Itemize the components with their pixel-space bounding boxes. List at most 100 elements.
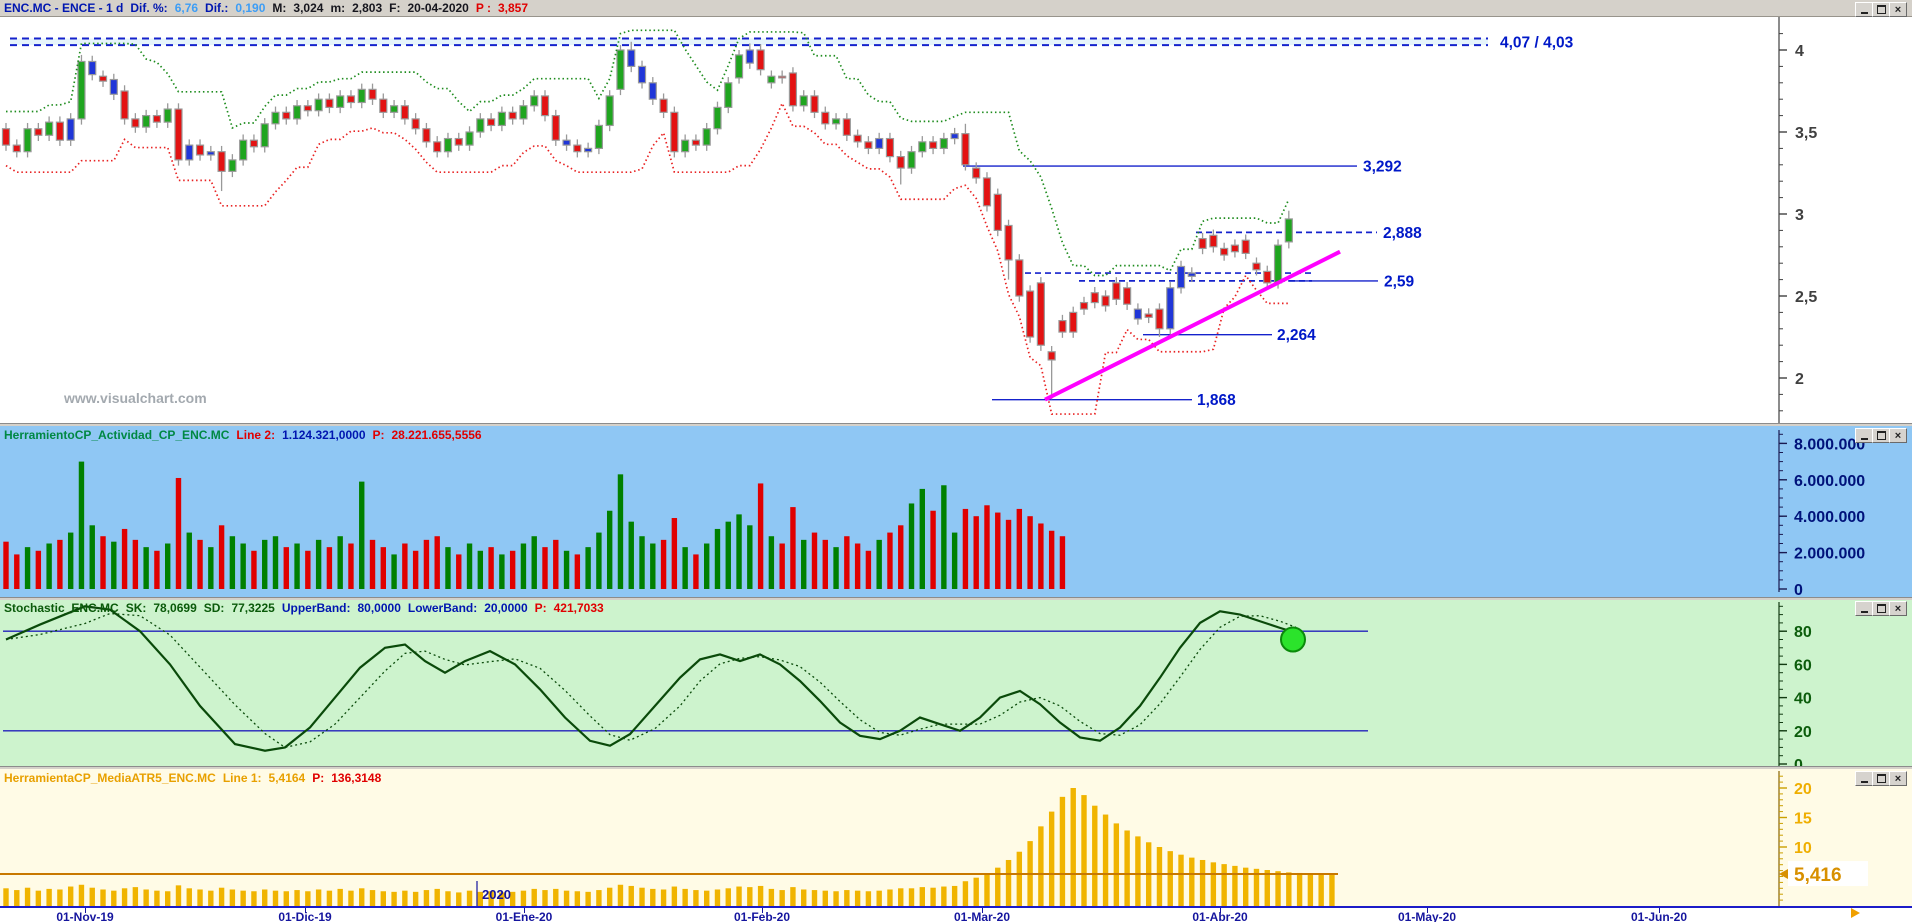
atr-bar	[111, 890, 117, 906]
volume-bar	[844, 536, 850, 589]
maximize-button[interactable]	[1872, 428, 1890, 443]
candle	[982, 177, 992, 207]
stoch-sd-value: 77,3225	[231, 601, 275, 615]
volume-bar	[919, 488, 925, 589]
volume-bar	[747, 525, 753, 589]
dif-pct-label: Dif. %:	[130, 1, 168, 15]
atr-bar	[251, 891, 257, 906]
atr-title: HerramientaCP_MediaATR5_ENC.MC	[4, 771, 216, 785]
candle	[260, 123, 269, 148]
candle	[1209, 234, 1218, 248]
atr-bar	[854, 890, 861, 906]
candle	[540, 95, 550, 117]
volume-bar	[143, 547, 149, 589]
candle	[142, 114, 151, 128]
atr-bar	[24, 887, 31, 906]
volume-bar	[466, 543, 473, 589]
candle	[476, 118, 485, 133]
atr-bar	[1210, 862, 1217, 906]
stoch-axis-label: 60	[1794, 657, 1812, 674]
volume-bar	[348, 543, 354, 589]
level-label: 3,292	[1363, 159, 1402, 176]
candle	[379, 98, 388, 113]
candle	[670, 111, 679, 153]
candle	[1004, 224, 1013, 261]
minimize-button[interactable]	[1855, 601, 1873, 616]
close-button[interactable]: ×	[1889, 2, 1907, 17]
candle	[163, 108, 172, 123]
stoch-axis-label: 80	[1794, 624, 1812, 641]
volume-bar	[46, 543, 52, 589]
minimize-button[interactable]	[1855, 2, 1873, 17]
volume-bar	[628, 521, 634, 589]
atr-bar	[326, 890, 333, 906]
atr-bar	[165, 891, 171, 906]
price-axis-label: 3,5	[1795, 125, 1817, 142]
maximize-button[interactable]	[1872, 601, 1890, 616]
volume-bar	[682, 547, 688, 589]
atr-bar	[757, 885, 764, 906]
candle	[185, 144, 194, 161]
atr-bar	[78, 884, 85, 906]
candle	[77, 60, 86, 120]
candle	[1047, 351, 1056, 361]
atr-bar	[1059, 796, 1066, 906]
candle	[605, 95, 614, 127]
last-label: P :	[475, 1, 491, 15]
price-axis-label: 4	[1795, 43, 1804, 60]
candle	[411, 118, 420, 130]
candle	[1230, 244, 1240, 253]
maximize-button[interactable]	[1872, 2, 1890, 17]
volume-bar	[24, 547, 31, 589]
signal-marker[interactable]	[1280, 626, 1306, 653]
volume-bar	[35, 550, 42, 589]
high-label: M:	[272, 1, 287, 15]
atr-bar	[930, 887, 936, 906]
stoch-axis-label: 40	[1794, 691, 1812, 708]
volume-bar	[14, 554, 20, 589]
atr-bar	[704, 890, 710, 906]
atr-bar	[402, 890, 408, 906]
close-button[interactable]: ×	[1889, 771, 1907, 786]
atr-bar	[294, 890, 300, 906]
volume-bar	[132, 539, 139, 589]
atr-bar	[1264, 870, 1270, 906]
volume-bar	[100, 536, 106, 589]
atr-bar	[962, 881, 969, 906]
maximize-button[interactable]	[1872, 771, 1890, 786]
watermark: www.visualchart.com	[64, 390, 207, 406]
close-button[interactable]: ×	[1889, 428, 1907, 443]
volume-bar	[78, 461, 85, 589]
atr-bar	[67, 886, 74, 906]
time-axis[interactable]: 01-Nov-19 01-Dic-19 01-Ene-20 01-Feb-20 01-M…	[0, 906, 1912, 922]
volume-bar	[596, 532, 602, 589]
atr-bar	[391, 891, 397, 906]
minimize-button[interactable]	[1855, 428, 1873, 443]
atr-bar	[208, 890, 214, 906]
candle	[271, 111, 280, 125]
minimize-icon	[1860, 437, 1868, 440]
axis-end-arrow-icon[interactable]	[1851, 908, 1860, 918]
candle	[573, 144, 582, 153]
volume-bar	[499, 554, 505, 589]
volume-bar	[315, 539, 322, 589]
atr-bar	[1016, 851, 1023, 906]
atr-bar	[725, 888, 731, 906]
close-button[interactable]: ×	[1889, 601, 1907, 616]
volume-bar	[477, 550, 484, 589]
candle	[713, 106, 722, 130]
atr-bar	[1199, 859, 1206, 906]
atr-bar	[1092, 805, 1098, 906]
close-icon: ×	[1894, 3, 1902, 16]
volume-axis-label: 4.000.000	[1794, 509, 1865, 526]
atr-bar	[563, 890, 570, 906]
minimize-button[interactable]	[1855, 771, 1873, 786]
candle	[551, 114, 560, 141]
candle	[788, 72, 798, 107]
volume-bar	[887, 532, 893, 589]
atr-bar	[1318, 873, 1324, 906]
candle	[487, 118, 496, 127]
atr-bar	[1124, 830, 1130, 906]
candle	[228, 159, 237, 172]
candle	[1166, 287, 1175, 330]
